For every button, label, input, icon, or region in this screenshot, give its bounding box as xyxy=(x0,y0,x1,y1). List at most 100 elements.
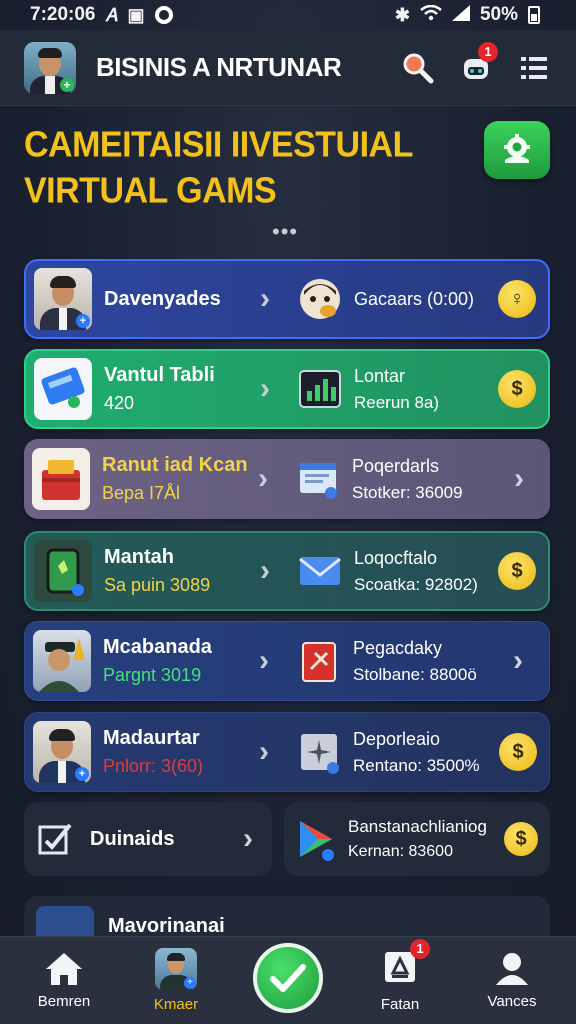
card-subtitle: Pnlorr: 3(60) xyxy=(103,756,204,776)
nav-alerts-label: Fatan xyxy=(380,995,420,1013)
card-right-subtitle: Scoatka: 92802) xyxy=(354,574,478,594)
nav-profile[interactable]: + Kmaer xyxy=(126,948,226,1013)
card-right-title: Lontar xyxy=(354,365,406,386)
list-card[interactable]: Mantah Sa puin 3089 › Loqocftalo Scoatka… xyxy=(24,531,550,611)
chevron-right-icon[interactable]: › xyxy=(500,462,538,496)
card-right-subtitle: Stotker: 36009 xyxy=(352,482,463,502)
nav-profile-label: Kmaer xyxy=(153,996,199,1013)
card-right-subtitle: Rentano: 3500% xyxy=(353,755,480,775)
hero-action-button[interactable] xyxy=(484,121,550,179)
chevron-right-icon: › xyxy=(260,554,270,587)
card-right-subtitle: Reerun 8a) xyxy=(354,392,440,412)
search-icon xyxy=(403,53,434,83)
card-game-icon xyxy=(297,639,341,683)
card-title: Davenyades xyxy=(104,287,221,310)
coin-icon[interactable]: $ xyxy=(498,370,536,408)
signal-icon xyxy=(451,4,470,26)
hero-title: CAMEITAISII IIVESTUIAL VIRTUAL GAMS xyxy=(24,122,454,214)
card-right-subtitle: Stolbane: 8800ö xyxy=(353,664,477,684)
play-store-icon xyxy=(300,821,334,861)
half-card-title: Banstanachlianiog xyxy=(348,817,487,836)
card-thumbnail xyxy=(32,448,90,510)
edit-checkbox-icon xyxy=(38,823,72,855)
battery-percent: 50% xyxy=(479,4,518,25)
game-character-icon xyxy=(298,277,342,321)
status-time: 7:20:06 xyxy=(30,4,96,25)
chevron-right-icon: › xyxy=(243,822,253,855)
card-title: Mcabanada xyxy=(103,636,212,658)
chevron-right-icon[interactable]: › xyxy=(499,644,537,678)
profile-avatar[interactable]: + xyxy=(24,41,76,94)
card-title: Madaurtar xyxy=(103,727,200,749)
wifi-icon xyxy=(420,4,442,26)
card-thumbnail xyxy=(34,540,92,602)
mail-icon xyxy=(298,549,342,593)
notification-a-icon: 𝐴 xyxy=(105,4,118,25)
card-thumbnail: + xyxy=(33,721,91,783)
list-card[interactable]: Ranut iad Kcan Bepa I7Ål › Poqerdarls St… xyxy=(24,439,550,519)
list-card[interactable]: + Madaurtar Pnlorr: 3(60) › Deporleaio R… xyxy=(24,712,550,792)
settings-gear-icon xyxy=(504,134,530,163)
chevron-right-icon: › xyxy=(258,462,268,495)
card-right-title: Loqocftalo xyxy=(354,547,438,568)
list-card[interactable]: + Davenyades › Gacaars (0:00) ♀ xyxy=(24,259,550,339)
card-thumbnail xyxy=(34,358,92,420)
hero-title-line2: VIRTUAL GAMS xyxy=(24,171,277,212)
chevron-right-icon: › xyxy=(260,372,270,405)
chevron-right-icon: › xyxy=(259,644,269,677)
document-icon xyxy=(296,457,340,501)
menu-icon xyxy=(521,56,547,79)
nav-alerts[interactable]: 1 Fatan xyxy=(350,938,450,1013)
nav-account[interactable]: Vances xyxy=(462,951,562,1010)
app-header: + BISINIS A NRTUNAR 1 xyxy=(0,30,576,106)
coin-icon[interactable]: $ xyxy=(499,733,537,771)
half-card-left[interactable]: Duinaids › xyxy=(24,802,272,876)
nav-alerts-badge: 1 xyxy=(410,938,430,959)
list-card[interactable]: Vantul Tabli 420 › Lontar Reerun 8a) $ xyxy=(24,349,550,429)
card-subtitle: 420 xyxy=(104,393,135,413)
card-title: Vantul Tabli xyxy=(104,364,215,386)
search-button[interactable] xyxy=(398,48,438,88)
half-card-label: Duinaids xyxy=(90,827,175,850)
bluetooth-icon: ✱ xyxy=(394,4,410,25)
confirm-button[interactable] xyxy=(253,942,323,1013)
chevron-right-icon: › xyxy=(260,282,270,315)
chart-tablet-icon xyxy=(298,367,342,411)
coin-icon[interactable]: $ xyxy=(504,822,538,856)
chevron-right-icon: › xyxy=(259,735,269,768)
half-card-right[interactable]: Banstanachlianiog Kernan: 83600 $ xyxy=(284,802,550,876)
hero-title-line1: CAMEITAISII IIVESTUIAL xyxy=(24,124,413,165)
coin-icon[interactable]: ♀ xyxy=(498,280,536,318)
notification-badge: 1 xyxy=(478,41,498,62)
nav-home-label: Bemren xyxy=(37,993,91,1010)
list-card[interactable]: Mcabanada Pargnt 3019 › Pegacdaky Stolba… xyxy=(24,621,550,701)
add-icon: + xyxy=(60,77,74,92)
user-icon xyxy=(496,953,528,985)
battery-icon xyxy=(528,6,540,24)
card-title: Mantah xyxy=(104,546,174,568)
settings-star-icon xyxy=(297,730,341,774)
image-icon: ▣ xyxy=(127,4,145,25)
card-title: Ranut iad Kcan xyxy=(102,454,248,476)
coin-icon[interactable]: $ xyxy=(498,552,536,590)
home-icon xyxy=(46,953,82,985)
nav-home[interactable]: Bemren xyxy=(14,951,114,1010)
card-subtitle: Bepa I7Ål xyxy=(102,483,181,503)
menu-button[interactable] xyxy=(514,48,554,88)
page-indicator: ••• xyxy=(272,219,299,244)
nav-account-label: Vances xyxy=(487,993,537,1010)
card-right-title: Poqerdarls xyxy=(352,455,440,476)
card-thumbnail: + xyxy=(34,268,92,330)
app-screen: 7:20:06 𝐴 ▣ ✱ 50% + BISINIS A NRTUNAR 1 … xyxy=(0,0,576,1024)
status-bar: 7:20:06 𝐴 ▣ ✱ 50% xyxy=(0,0,576,30)
nav-center-action[interactable] xyxy=(238,942,338,1013)
record-icon xyxy=(154,6,173,24)
card-right-title: Deporleaio xyxy=(353,728,441,749)
card-right-title: Gacaars (0:00) xyxy=(354,288,475,309)
bottom-navigation: Bemren + Kmaer 1 Fatan Vances xyxy=(0,936,576,1024)
half-card-subtitle: Kernan: 83600 xyxy=(348,843,453,860)
checkmark-icon xyxy=(270,963,306,992)
profile-avatar-icon: + xyxy=(155,948,197,990)
notifications-button[interactable]: 1 xyxy=(456,41,498,88)
card-subtitle: Pargnt 3019 xyxy=(103,665,202,685)
